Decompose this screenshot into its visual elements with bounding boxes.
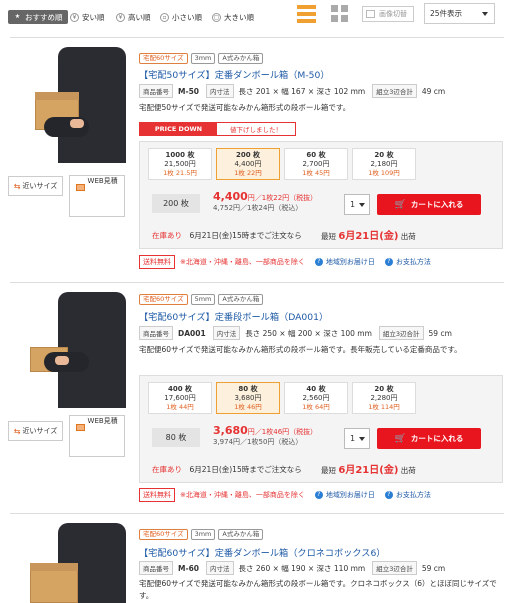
tag: 3mm bbox=[190, 529, 216, 540]
tag: A式みかん箱 bbox=[218, 53, 264, 64]
laptop-icon bbox=[76, 184, 86, 191]
web-quote-button[interactable]: WEB見積 bbox=[69, 415, 125, 457]
sort-large[interactable]: ▢ 大きい順 bbox=[212, 10, 254, 24]
tag: 5mm bbox=[190, 294, 216, 305]
qty-tier-1000[interactable]: 1000 枚 21,500円 1枚 21.5円 bbox=[148, 148, 212, 180]
product-title[interactable]: 【宅配60サイズ】定番段ボール箱（DA001） bbox=[139, 309, 328, 323]
chevron-down-icon bbox=[359, 437, 365, 441]
payment-link[interactable]: ? お支払方法 bbox=[384, 257, 431, 267]
list-view-icon[interactable] bbox=[297, 5, 316, 24]
spec-row: 商品番号 DA001 内寸法 長さ 250 × 幅 200 × 深さ 100 mm … bbox=[139, 326, 459, 340]
spec-row: 商品番号 M-60 内寸法 長さ 260 × 幅 190 × 深さ 110 mm 組… bbox=[139, 561, 452, 575]
tag: 宅配60サイズ bbox=[139, 53, 188, 64]
qty-tier-400[interactable]: 400 枚 17,600円 1枚 44円 bbox=[148, 382, 212, 414]
product-image[interactable] bbox=[10, 292, 126, 408]
size-icon: ▫ bbox=[160, 12, 169, 22]
near-size-button[interactable]: ⇆ 近いサイズ bbox=[8, 421, 63, 441]
product-image[interactable] bbox=[10, 47, 126, 163]
qty-tier-80[interactable]: 80 枚 3,680円 1枚 46円 bbox=[216, 382, 280, 414]
sort-cheap[interactable]: ¥ 安い順 bbox=[70, 10, 105, 24]
price-main: 3,680円／1枚46円（税抜） bbox=[213, 424, 318, 437]
quantity-select[interactable]: 1 bbox=[344, 428, 370, 449]
chevron-down-icon bbox=[482, 12, 488, 16]
tag-list: 宅配60サイズ 5mm A式みかん箱 bbox=[139, 294, 264, 305]
price-down-badge: PRICE DOWN 値下げしました！ bbox=[139, 122, 296, 136]
help-icon: ? bbox=[384, 491, 393, 499]
add-to-cart-button[interactable]: 🛒 カートに入れる bbox=[377, 428, 481, 449]
image-icon bbox=[366, 10, 375, 18]
shipping-info: 送料無料 ※北海道・沖縄・離島、一部商品を除く ? 地域別お届け日 ? お支払方法 bbox=[139, 255, 441, 269]
tag: 宅配60サイズ bbox=[139, 294, 188, 305]
quantity-select[interactable]: 1 bbox=[344, 194, 370, 215]
divider bbox=[10, 37, 504, 38]
ship-date: 最短 6月21日(金) 出荷 bbox=[321, 231, 416, 242]
tag: A式みかん箱 bbox=[218, 294, 264, 305]
price-panel: 400 枚 17,600円 1枚 44円 80 枚 3,680円 1枚 46円 40 枚… bbox=[139, 375, 503, 483]
ship-date: 最短 6月21日(金) 出荷 bbox=[321, 465, 416, 476]
web-quote-button[interactable]: WEB見積 bbox=[69, 175, 125, 217]
product-title[interactable]: 【宅配60サイズ】定番ダンボール箱（クロネコボックス6） bbox=[139, 545, 386, 559]
tag-list: 宅配60サイズ 3mm A式みかん箱 bbox=[139, 53, 264, 64]
qty-tier-60[interactable]: 60 枚 2,700円 1枚 45円 bbox=[284, 148, 348, 180]
spec-row: 商品番号 M-50 内寸法 長さ 201 × 幅 167 × 深さ 102 mm 組… bbox=[139, 84, 452, 98]
price-tax: 3,974円／1枚50円（税込） bbox=[213, 438, 303, 446]
product-description: 宅配便60サイズで発送可能なみかん箱形式の段ボール箱です。長年販売している定番商… bbox=[139, 345, 462, 354]
help-icon: ? bbox=[384, 258, 393, 266]
size-icon: ▢ bbox=[212, 12, 221, 22]
sort-bar: ★ おすすめ順 ¥ 安い順 ¥ 高い順 ▫ 小さい順 ▢ 大きい順 画像切替 25件表示 bbox=[0, 0, 514, 34]
add-to-cart-button[interactable]: 🛒 カートに入れる bbox=[377, 194, 481, 215]
sort-small[interactable]: ▫ 小さい順 bbox=[160, 10, 202, 24]
shipping-info: 送料無料 ※北海道・沖縄・離島、一部商品を除く ? 地域別お届け日 ? お支払方法 bbox=[139, 488, 441, 502]
product-description: 宅配便60サイズで発送可能なみかん箱形式の段ボール箱です。クロネコボックス（6）… bbox=[139, 579, 497, 600]
sort-expensive[interactable]: ¥ 高い順 bbox=[116, 10, 151, 24]
arrows-icon: ⇆ bbox=[13, 181, 21, 191]
yen-icon: ¥ bbox=[70, 12, 79, 22]
yen-icon: ¥ bbox=[116, 12, 125, 22]
help-icon: ? bbox=[314, 258, 323, 266]
price-main: 4,400円／1枚22円（税抜） bbox=[213, 190, 318, 203]
stock-status: 在庫あり 6月21日(金)15時までご注文なら bbox=[152, 465, 302, 474]
near-size-button[interactable]: ⇆ 近いサイズ bbox=[8, 176, 63, 196]
qty-tier-20[interactable]: 20 枚 2,280円 1枚 114円 bbox=[352, 382, 416, 414]
cart-icon: 🛒 bbox=[394, 433, 406, 444]
delivery-date-link[interactable]: ? 地域別お届け日 bbox=[314, 257, 375, 267]
tag: 宅配60サイズ bbox=[139, 529, 188, 540]
price-panel: 1000 枚 21,500円 1枚 21.5円 200 枚 4,400円 1枚 22円 … bbox=[139, 141, 503, 249]
delivery-date-link[interactable]: ? 地域別お届け日 bbox=[314, 490, 375, 500]
star-icon: ★ bbox=[14, 12, 21, 20]
divider bbox=[10, 513, 504, 514]
chevron-down-icon bbox=[359, 203, 365, 207]
stock-status: 在庫あり 6月21日(金)15時までご注文なら bbox=[152, 231, 302, 240]
selected-qty: 200 枚 bbox=[152, 194, 200, 213]
arrows-icon: ⇆ bbox=[13, 426, 21, 436]
product-image[interactable] bbox=[10, 523, 126, 603]
sort-recommended[interactable]: ★ おすすめ順 bbox=[8, 10, 68, 24]
payment-link[interactable]: ? お支払方法 bbox=[384, 490, 431, 500]
tag: 3mm bbox=[190, 53, 216, 64]
selected-qty: 80 枚 bbox=[152, 428, 200, 447]
divider bbox=[10, 282, 504, 283]
per-page-select[interactable]: 25件表示 bbox=[424, 3, 495, 24]
grid-view-icon[interactable] bbox=[331, 5, 348, 22]
image-switch-button[interactable]: 画像切替 bbox=[362, 6, 414, 22]
price-tax: 4,752円／1枚24円（税込） bbox=[213, 204, 303, 212]
qty-tier-200[interactable]: 200 枚 4,400円 1枚 22円 bbox=[216, 148, 280, 180]
laptop-icon bbox=[76, 424, 86, 431]
cart-icon: 🛒 bbox=[394, 199, 406, 210]
qty-tier-20[interactable]: 20 枚 2,180円 1枚 109円 bbox=[352, 148, 416, 180]
qty-tier-40[interactable]: 40 枚 2,560円 1枚 64円 bbox=[284, 382, 348, 414]
tag: A式みかん箱 bbox=[218, 529, 264, 540]
product-title[interactable]: 【宅配50サイズ】定番ダンボール箱（M-50） bbox=[139, 67, 330, 81]
help-icon: ? bbox=[314, 491, 323, 499]
tag-list: 宅配60サイズ 3mm A式みかん箱 bbox=[139, 529, 264, 540]
product-description: 宅配便50サイズで発送可能なみかん箱形式の段ボール箱です。 bbox=[139, 103, 351, 112]
